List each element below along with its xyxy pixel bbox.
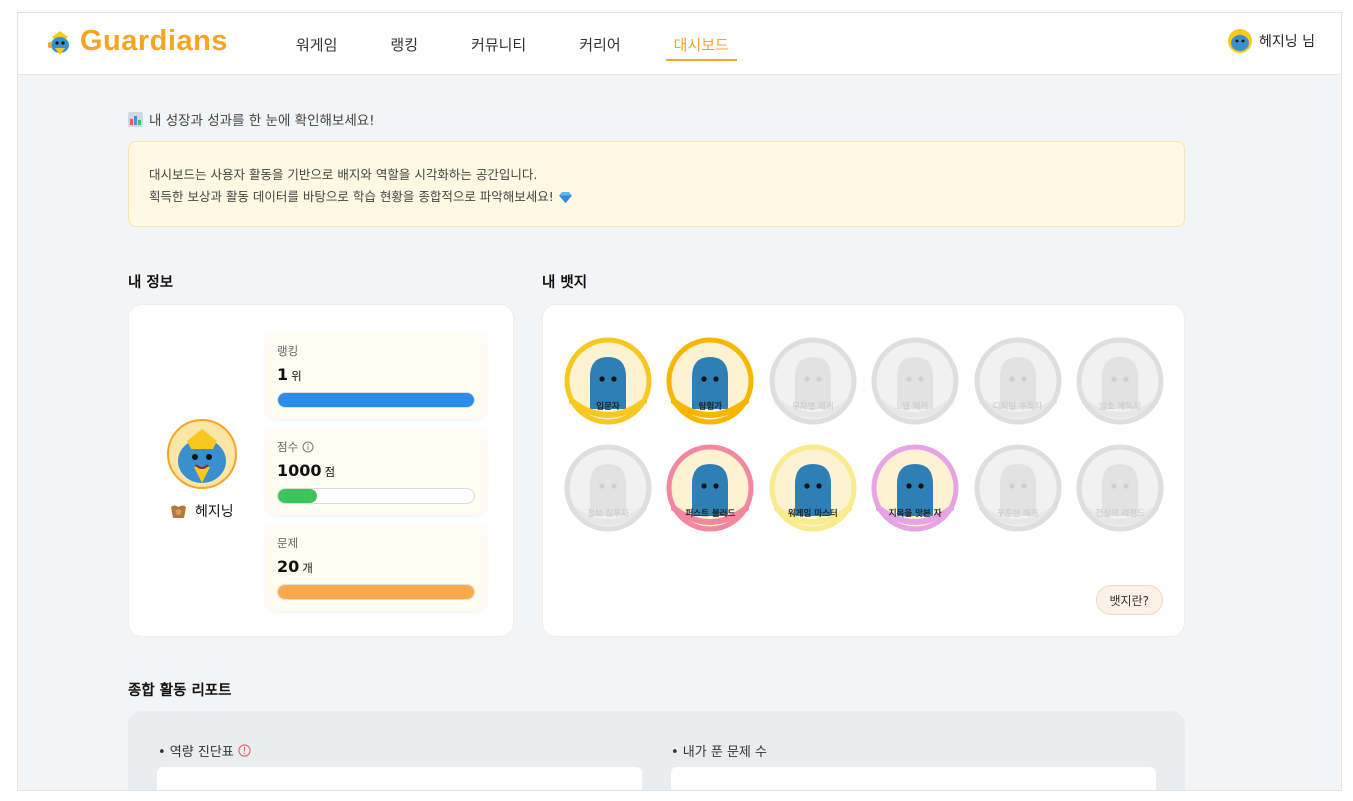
user-avatar-icon [1228,29,1253,53]
badges-card: 뱃지란? 입문자 탐험가 무차별 해커 웹 해커 디지털 추적자 암호 해독자정보 침투자… [542,304,1185,637]
badge-11[interactable]: 꾸준한 해커 [974,444,1062,532]
badge-8[interactable]: 퍼스트 블러드 [666,444,754,532]
badge-label: 웹 해커 [902,402,929,412]
score-progress-bar [277,488,475,504]
stat-problems-label: 문제 [277,536,299,550]
logo[interactable]: Guardians [46,25,228,58]
my-info-card: 헤지닝 랭킹 1위 점수 1000 점 문제 20 개 [128,304,514,637]
badge-label: 디지털 추적자 [992,402,1043,412]
badge-label: 전설의 레전드 [1095,509,1145,519]
notice-line-2: 획득한 보상과 활동 데이터를 바탕으로 학습 현황을 종합적으로 파악해보세요… [149,186,1164,208]
guardian-avatar-icon [167,419,237,489]
badge-label: 암호 해독자 [1099,402,1141,412]
nav-dashboard[interactable]: 대시보드 [658,13,745,75]
badge-2[interactable]: 탐험가 [666,337,754,425]
info-icon[interactable] [302,441,314,453]
badges-title: 내 뱃지 [542,275,588,291]
ranking-progress-fill [278,393,474,407]
badge-label: 꾸준한 해커 [996,509,1039,519]
activity-report: • 역량 진단표 • 내가 푼 문제 수 [128,711,1185,790]
badge-help-button[interactable]: 뱃지란? [1095,585,1163,615]
stat-problems-value: 20 개 [277,557,313,576]
badge-9[interactable]: 워게임 마스터 [769,444,857,532]
profile-name-row: 헤지닝 [169,501,234,521]
badge-label: 지옥을 맛본 자 [888,509,942,519]
nav-ranking[interactable]: 랭킹 [374,13,434,75]
stat-score: 점수 1000 점 [266,429,486,515]
bar-chart-icon [128,111,143,127]
badge-10[interactable]: 지옥을 맛본 자 [871,444,959,532]
notice-line-1: 대시보드는 사용자 활동을 기반으로 배지와 역할을 시각화하는 공간입니다. [149,167,538,182]
badge-7[interactable]: 정보 침투자 [564,444,652,532]
stat-ranking: 랭킹 1위 [266,333,486,419]
my-info-title: 내 정보 [128,275,174,291]
nav-community[interactable]: 커뮤니티 [455,13,542,75]
info-icon[interactable] [238,744,251,757]
badge-6[interactable]: 암호 해독자 [1076,337,1164,425]
badge-5[interactable]: 디지털 추적자 [974,337,1062,425]
badge-label: 무차별 해커 [791,402,834,412]
notice-box: 대시보드는 사용자 활동을 기반으로 배지와 역할을 시각화하는 공간입니다. … [128,141,1185,227]
main-nav: 워게임 랭킹 커뮤니티 커리어 대시보드 [280,13,766,75]
competency-chart-panel [157,767,642,790]
profile-avatar [167,419,237,489]
ranking-progress-bar [277,392,475,408]
user-name: 헤지닝 님 [1259,34,1315,50]
stat-score-label: 점수 [277,439,475,455]
top-header: Guardians 워게임 랭킹 커뮤니티 커리어 대시보드 헤지닝 님 [18,13,1341,75]
problems-progress-fill [278,585,474,599]
badge-label: 워게임 마스터 [787,509,838,519]
badge-label: 입문자 [596,402,620,412]
intro-title: 내 성장과 성과를 한 눈에 확인해보세요! [128,109,375,129]
bronze-emblem-icon [171,505,186,518]
app-frame: Guardians 워게임 랭킹 커뮤니티 커리어 대시보드 헤지닝 님 내 성… [17,12,1342,791]
problems-progress-bar [277,584,475,600]
badge-label: 정보 침투자 [587,509,629,519]
report-title: 종합 활동 리포트 [128,683,232,699]
stat-ranking-value: 1위 [277,365,302,384]
profile-nickname: 헤지닝 [195,504,234,520]
badge-3[interactable]: 무차별 해커 [769,337,857,425]
nav-wargame[interactable]: 워게임 [280,13,353,75]
nav-career[interactable]: 커리어 [563,13,636,75]
stat-problems: 문제 20 개 [266,525,486,611]
user-menu[interactable]: 헤지닝 님 [1228,29,1315,53]
stat-score-value: 1000 점 [277,461,336,480]
stat-ranking-label: 랭킹 [277,344,299,358]
competency-chart-title: • 역량 진단표 [158,741,251,760]
solved-count-title: • 내가 푼 문제 수 [671,745,767,760]
badge-12[interactable]: 전설의 레전드 [1076,444,1164,532]
logo-text: Guardians [80,25,228,57]
gem-icon [558,191,572,203]
badge-label: 탐험가 [698,402,723,412]
solved-count-panel [671,767,1156,790]
guardian-mascot-logo-icon [48,30,69,55]
score-progress-fill [278,489,318,503]
badge-1[interactable]: 입문자 [564,337,652,425]
badge-4[interactable]: 웹 해커 [871,337,959,425]
badge-label: 퍼스트 블러드 [685,509,736,519]
